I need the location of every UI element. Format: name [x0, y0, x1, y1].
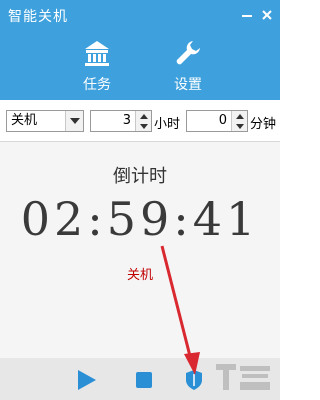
hours-down-icon[interactable]: [136, 121, 151, 131]
countdown-time: 02:59:41: [20, 192, 260, 246]
minutes-down-icon[interactable]: [232, 121, 247, 131]
action-select[interactable]: 关机: [6, 110, 84, 132]
stop-icon: [136, 372, 152, 388]
tab-tasks-label: 任务: [83, 77, 111, 93]
minutes-value: 0: [218, 113, 227, 128]
chevron-down-icon[interactable]: [65, 111, 83, 131]
tab-tasks[interactable]: 任务: [62, 38, 132, 96]
bank-icon: [82, 38, 112, 72]
tab-settings-label: 设置: [174, 77, 202, 93]
tab-settings[interactable]: 设置: [153, 38, 223, 96]
title-bar: 智能关机: [0, 0, 280, 30]
shield-icon: [186, 370, 202, 390]
hours-up-icon[interactable]: [136, 111, 151, 121]
minimize-icon: [242, 15, 252, 17]
timer-controls: 关机 3 小时 0 分钟: [0, 100, 280, 142]
wrench-icon: [173, 38, 203, 72]
minutes-stepper[interactable]: 0: [186, 110, 248, 132]
stop-button[interactable]: [132, 368, 156, 392]
countdown-panel: 倒计时 02:59:41 关机: [0, 142, 280, 358]
minutes-unit-label: 分钟: [250, 117, 277, 132]
header-nav: 任务 设置: [0, 30, 280, 100]
hours-stepper[interactable]: 3: [90, 110, 152, 132]
shield-button[interactable]: [182, 368, 206, 392]
countdown-title: 倒计时: [113, 166, 167, 187]
start-button[interactable]: [74, 368, 98, 392]
close-button[interactable]: [256, 4, 278, 26]
hours-unit-label: 小时: [154, 117, 181, 132]
hours-value: 3: [122, 113, 131, 128]
countdown-action: 关机: [126, 268, 153, 283]
minutes-up-icon[interactable]: [232, 111, 247, 121]
close-icon: [262, 10, 272, 20]
play-icon: [78, 370, 96, 390]
watermark-logo: [216, 364, 270, 390]
window-title: 智能关机: [8, 9, 68, 25]
minimize-button[interactable]: [236, 4, 258, 26]
action-select-value: 关机: [11, 113, 38, 128]
